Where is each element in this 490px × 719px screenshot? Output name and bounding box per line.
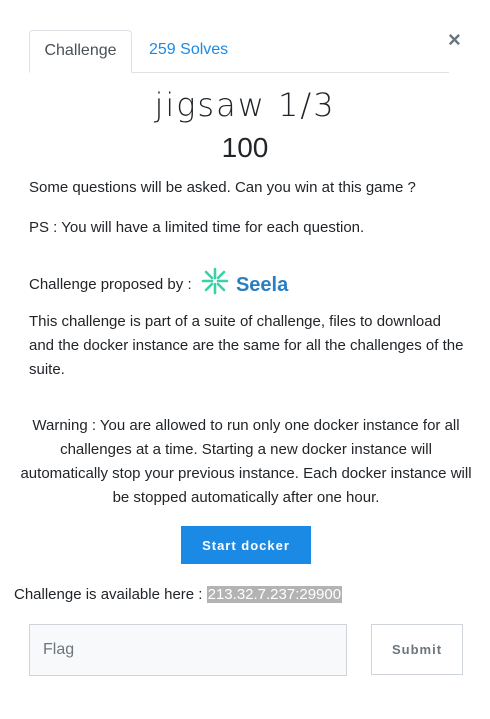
challenge-title: jigsaw 1/3 xyxy=(154,86,336,124)
proposed-by-label: Challenge proposed by : xyxy=(29,275,192,293)
tab-bar: Challenge 259 Solves xyxy=(29,30,449,73)
suite-note: This challenge is part of a suite of cha… xyxy=(29,313,464,378)
close-icon[interactable]: × xyxy=(448,29,461,51)
availability-row: Challenge is available here : 213.32.7.2… xyxy=(14,584,343,606)
availability-label: Challenge is available here : xyxy=(14,586,203,603)
seela-logo-icon[interactable] xyxy=(200,266,230,304)
submit-button[interactable]: Submit xyxy=(371,624,463,675)
tab-solves[interactable]: 259 Solves xyxy=(149,30,228,72)
ps-note: PS : You will have a limited time for ea… xyxy=(29,219,365,236)
description-text: Some questions will be asked. Can you wi… xyxy=(29,179,416,196)
instance-address[interactable]: 213.32.7.237:29900 xyxy=(206,586,343,603)
docker-warning: Warning : You are allowed to run only on… xyxy=(20,417,472,506)
flag-input[interactable] xyxy=(29,624,347,676)
challenge-modal: Challenge 259 Solves × jigsaw 1/3 100 So… xyxy=(0,0,490,719)
challenge-points: 100 xyxy=(221,132,269,163)
start-docker-button[interactable]: Start docker xyxy=(181,526,311,564)
tab-challenge[interactable]: Challenge xyxy=(29,30,132,73)
author-logo-text: Seela xyxy=(235,274,289,296)
proposed-by-row: Challenge proposed by : Seela xyxy=(29,266,469,304)
